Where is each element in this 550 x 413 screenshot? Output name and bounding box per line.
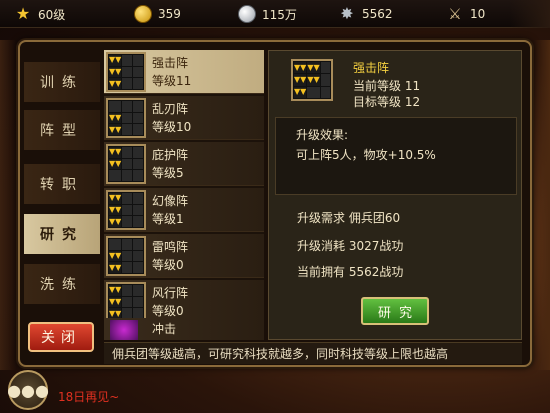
chat-bubble-icon[interactable]: ●●●	[7, 370, 49, 410]
formation-grid-icon: ▼▼ ▼▼ ▼▼	[106, 52, 146, 92]
gold-display: 359	[134, 4, 181, 24]
tab-train[interactable]: 训练	[24, 62, 100, 102]
item-level: 等级0	[152, 304, 184, 318]
tab-label: 洗练	[40, 277, 84, 293]
owned-merit: 当前拥有 5562战功	[297, 265, 404, 279]
corner-decoration	[510, 0, 550, 28]
tab-label: 阵型	[40, 123, 84, 139]
hint-text: 佣兵团等级越高，可研究科技就越多，同时科技等级上限也越高	[104, 342, 522, 364]
chong-ji-icon	[110, 320, 138, 340]
list-item-leiming[interactable]: ▼▼ ▼▼ 雷鸣阵 等级0	[104, 234, 264, 278]
tab-class-change[interactable]: 转职	[24, 164, 100, 204]
target-level: 目标等级 12	[353, 95, 421, 109]
selected-formation-icon: ▼▼ ▼▼ ▼▼ ▼▼ ▼▼	[291, 59, 333, 101]
level-value: 60级	[38, 7, 66, 22]
list-item-huanxiang[interactable]: ▼▼ ▼▼ ▼▼ 幻像阵 等级1	[104, 188, 264, 232]
current-level: 当前等级 11	[353, 79, 421, 93]
research-button[interactable]: 研究	[361, 297, 429, 325]
item-level: 等级10	[152, 120, 192, 134]
formation-grid-icon: ▼▼ ▼▼ ▼▼	[106, 190, 146, 230]
tab-refine[interactable]: 洗练	[24, 264, 100, 304]
list-item-qiangji[interactable]: ▼▼ ▼▼ ▼▼ 强击阵 等级11	[104, 50, 264, 94]
merit-display: ✸ 5562	[338, 4, 393, 24]
merit-burst-icon: ✸	[340, 4, 354, 23]
resource-bar: ★ 60级 359 115万 ✸ 5562 ⚔ 10	[0, 0, 550, 28]
silver-coin-icon	[238, 5, 256, 23]
detail-title: 强击阵	[353, 61, 390, 75]
item-level: 等级1	[152, 212, 184, 226]
upgrade-cost: 升级消耗 3027战功	[297, 239, 404, 253]
star-icon: ★	[15, 4, 31, 23]
formation-grid-icon: ▼▼ ▼▼ ▼▼	[106, 282, 146, 322]
item-name: 冲击	[152, 322, 177, 336]
effect-title: 升级效果:	[296, 128, 349, 142]
silver-value: 115万	[262, 7, 297, 22]
formation-list[interactable]: ▼▼ ▼▼ ▼▼ 强击阵 等级11 ▼▼ ▼▼ 乱刃阵 等级10 ▼▼ ▼▼ 庇…	[104, 50, 264, 340]
tab-research[interactable]: 研究	[24, 214, 100, 254]
list-item-partial[interactable]: 冲击	[104, 318, 264, 340]
stamina-display: ⚔ 10	[446, 4, 485, 24]
right-border-decoration	[534, 40, 550, 370]
merit-value: 5562	[362, 7, 393, 21]
left-border-decoration	[0, 40, 16, 370]
formation-grid-icon: ▼▼ ▼▼	[106, 236, 146, 276]
tab-formation[interactable]: 阵型	[24, 110, 100, 150]
item-name: 庇护阵	[152, 148, 189, 162]
formation-grid-icon: ▼▼ ▼▼	[106, 144, 146, 184]
list-item-luanren[interactable]: ▼▼ ▼▼ 乱刃阵 等级10	[104, 96, 264, 140]
item-level: 等级11	[152, 74, 192, 88]
gold-coin-icon	[134, 5, 152, 23]
formation-grid-icon: ▼▼ ▼▼	[106, 98, 146, 138]
detail-panel: ▼▼ ▼▼ ▼▼ ▼▼ ▼▼ 强击阵 当前等级 11 目标等级 12 升级效果: 可…	[268, 50, 522, 340]
upgrade-requirement: 升级需求 佣兵团60	[297, 211, 401, 225]
tab-label: 研究	[40, 227, 84, 243]
gold-value: 359	[158, 7, 181, 21]
item-name: 幻像阵	[152, 194, 189, 208]
effect-text: 可上阵5人，物攻+10.5%	[296, 148, 436, 162]
level-display: ★ 60级	[14, 4, 65, 24]
research-label: 研究	[377, 305, 420, 321]
tab-label: 训练	[40, 75, 84, 91]
item-name: 风行阵	[152, 286, 189, 300]
item-name: 乱刃阵	[152, 102, 189, 116]
close-label: 关闭	[41, 330, 81, 346]
upgrade-effect-box: 升级效果: 可上阵5人，物攻+10.5%	[275, 117, 517, 195]
tab-label: 转职	[40, 177, 84, 193]
silver-display: 115万	[238, 4, 297, 24]
crossed-swords-icon: ⚔	[448, 5, 462, 23]
item-level: 等级0	[152, 258, 184, 272]
close-button[interactable]: 关闭	[28, 322, 94, 352]
list-item-bihu[interactable]: ▼▼ ▼▼ 庇护阵 等级5	[104, 142, 264, 186]
chat-message: 18日再见~	[58, 390, 120, 404]
item-level: 等级5	[152, 166, 184, 180]
stamina-value: 10	[470, 7, 486, 21]
item-name: 雷鸣阵	[152, 240, 189, 254]
item-name: 强击阵	[152, 56, 189, 70]
